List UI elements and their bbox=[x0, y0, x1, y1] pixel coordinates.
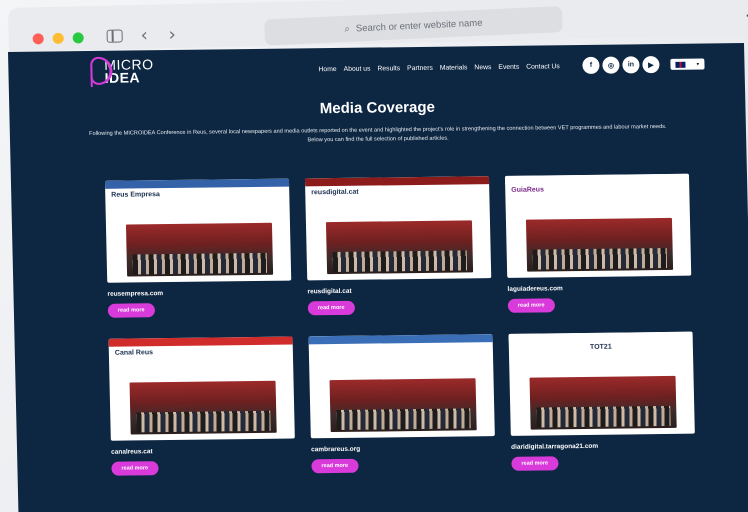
thumb-headline: GuiaReus bbox=[511, 186, 545, 194]
article-thumbnail[interactable] bbox=[308, 334, 495, 439]
new-tab-button[interactable]: + bbox=[744, 1, 748, 29]
menu-item-about[interactable]: About us bbox=[344, 66, 371, 73]
address-bar[interactable]: ⌕ Search or enter website name bbox=[264, 6, 563, 46]
article-card: TOT21 diaridigital.tarragona21.com read … bbox=[508, 331, 696, 484]
read-more-button[interactable]: read more bbox=[511, 456, 559, 471]
language-selector[interactable]: ▾ bbox=[670, 58, 705, 70]
menu-item-news[interactable]: News bbox=[474, 64, 491, 71]
forward-arrow-icon[interactable]: › bbox=[168, 24, 176, 45]
menu-item-partners[interactable]: Partners bbox=[407, 65, 433, 72]
thumb-headline bbox=[309, 342, 493, 348]
uk-flag-icon bbox=[675, 61, 686, 68]
menu-item-materials[interactable]: Materials bbox=[440, 64, 468, 71]
website-viewport: MICRO IDEA Home About us Results Partner… bbox=[8, 43, 748, 512]
intro-text: Following the MICROIDEA Conference in Re… bbox=[78, 123, 678, 147]
read-more-button[interactable]: read more bbox=[307, 300, 355, 316]
search-icon: ⌕ bbox=[344, 23, 351, 35]
instagram-icon[interactable]: ◎ bbox=[602, 56, 620, 74]
article-thumbnail[interactable]: Reus Empresa bbox=[104, 178, 292, 283]
main-menu: Home About us Results Partners Materials… bbox=[318, 63, 559, 73]
article-source: diaridigital.tarragona21.com bbox=[511, 442, 599, 451]
article-card: GuiaReus laguiadereus.com read more bbox=[504, 173, 692, 326]
menu-item-results[interactable]: Results bbox=[377, 65, 400, 72]
article-card: Canal Reus canalreus.cat read more bbox=[108, 336, 296, 489]
screenshot-stage: ‹ › ⌕ Search or enter website name + MIC… bbox=[0, 0, 748, 512]
article-card: cambrareus.org read more bbox=[308, 334, 496, 486]
article-card: Reus Empresa reusempresa.com read more bbox=[104, 178, 292, 331]
minimize-window-button[interactable] bbox=[52, 32, 64, 44]
article-source: reusempresa.com bbox=[107, 290, 164, 298]
article-source: canalreus.cat bbox=[111, 448, 153, 456]
thumb-photo bbox=[125, 222, 274, 277]
page-title: Media Coverage bbox=[319, 98, 436, 118]
thumb-headline: Reus Empresa bbox=[111, 191, 160, 199]
article-thumbnail[interactable]: GuiaReus bbox=[504, 173, 692, 278]
article-source: cambrareus.org bbox=[311, 445, 361, 454]
article-thumbnail[interactable]: Canal Reus bbox=[108, 336, 295, 441]
thumb-photo bbox=[325, 220, 474, 275]
thumb-headline: reusdigital.cat bbox=[311, 188, 359, 197]
close-window-button[interactable] bbox=[32, 33, 44, 45]
thumb-photo bbox=[529, 375, 677, 430]
menu-item-contact[interactable]: Contact Us bbox=[526, 63, 560, 70]
read-more-button[interactable]: read more bbox=[111, 461, 159, 476]
thumb-photo bbox=[129, 380, 277, 435]
read-more-button[interactable]: read more bbox=[311, 458, 359, 474]
intro-line2: Below you can find the full selection of… bbox=[307, 135, 449, 143]
sidebar-toggle-icon[interactable] bbox=[106, 29, 123, 43]
article-thumbnail[interactable]: reusdigital.cat bbox=[304, 176, 492, 281]
maximize-window-button[interactable] bbox=[72, 32, 84, 44]
read-more-button[interactable]: read more bbox=[507, 298, 555, 313]
menu-item-home[interactable]: Home bbox=[318, 66, 336, 73]
read-more-button[interactable]: read more bbox=[107, 303, 155, 318]
address-placeholder: Search or enter website name bbox=[355, 17, 483, 34]
thumb-photo bbox=[329, 378, 477, 433]
chevron-down-icon: ▾ bbox=[696, 61, 700, 68]
back-arrow-icon[interactable]: ‹ bbox=[140, 25, 148, 46]
article-source: laguiadereus.com bbox=[507, 285, 563, 293]
menu-item-events[interactable]: Events bbox=[498, 64, 519, 71]
site-header: MICRO IDEA Home About us Results Partner… bbox=[8, 43, 745, 100]
article-thumbnail[interactable]: TOT21 bbox=[508, 331, 695, 436]
facebook-icon[interactable]: f bbox=[582, 56, 600, 74]
youtube-icon[interactable]: ▶ bbox=[642, 56, 660, 74]
social-links: f ◎ in ▶ bbox=[582, 56, 660, 74]
article-card: reusdigital.cat reusdigital.cat read mor… bbox=[304, 176, 492, 328]
thumb-headline: Canal Reus bbox=[114, 349, 154, 357]
linkedin-icon[interactable]: in bbox=[622, 56, 640, 74]
thumb-headline: TOT21 bbox=[589, 343, 612, 351]
thumb-photo bbox=[525, 217, 674, 272]
microidea-logo[interactable]: MICRO IDEA bbox=[90, 56, 154, 86]
article-source: reusdigital.cat bbox=[307, 287, 352, 296]
articles-grid: Reus Empresa reusempresa.com read more r… bbox=[104, 173, 712, 489]
